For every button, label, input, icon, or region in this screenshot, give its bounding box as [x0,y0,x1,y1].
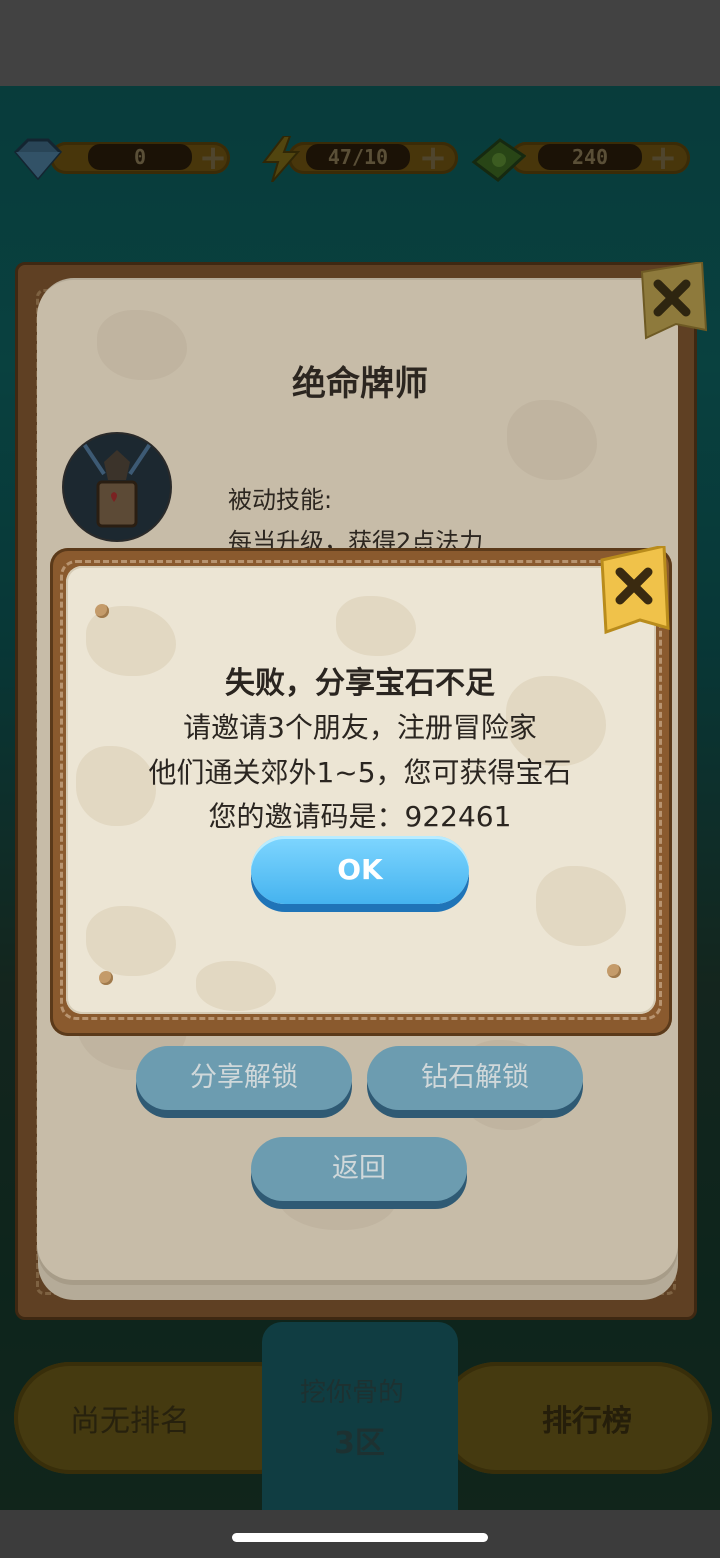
close-dialog-icon[interactable] [598,546,672,636]
share-unlock-button[interactable]: 分享解锁 [136,1046,352,1110]
diamond-unlock-button[interactable]: 钻石解锁 [367,1046,583,1110]
card-dealer-portrait [82,442,152,528]
status-bar [0,0,720,86]
card-title: 绝命牌师 [292,364,428,404]
nail [607,964,621,978]
invite-code-line: 您的邀请码是：922461 [208,800,512,833]
back-button[interactable]: 返回 [251,1137,467,1201]
dialog-message-line: 请邀请3个朋友，注册冒险家 [183,711,537,744]
close-card-icon[interactable] [636,262,708,346]
ok-button[interactable]: OK [251,836,469,904]
skill-label: 被动技能: [228,486,333,514]
dialog-title: 失败，分享宝石不足 [225,666,495,701]
nail [95,604,109,618]
home-indicator[interactable] [232,1533,488,1542]
nail [99,971,113,985]
page-texture [507,400,597,480]
skill-description: 每当升级，获得2点法力 [228,528,484,548]
character-avatar [64,434,170,540]
dialog-message-line: 他们通关郊外1~5，您可获得宝石 [148,756,572,789]
